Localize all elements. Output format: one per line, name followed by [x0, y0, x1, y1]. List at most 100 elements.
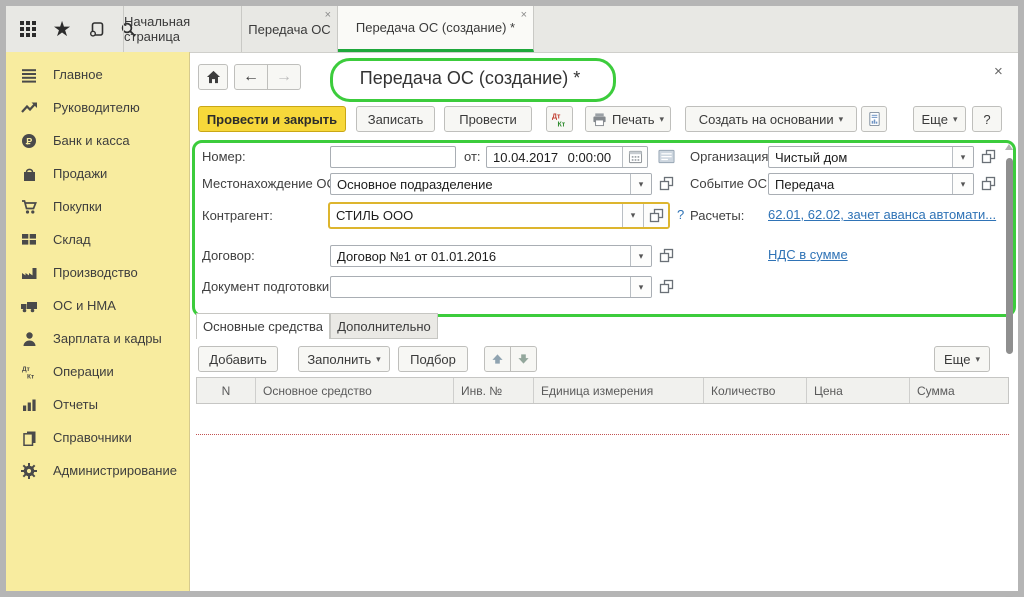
open-windows-icon	[981, 149, 996, 164]
preparation-open-button[interactable]	[658, 278, 675, 295]
save-button[interactable]: Записать	[356, 106, 435, 132]
forward-button[interactable]: →	[267, 64, 301, 90]
tab-close-icon[interactable]: ×	[521, 10, 527, 21]
tab-additional[interactable]: Дополнительно	[330, 313, 438, 339]
sidebar-item-main[interactable]: Главное	[6, 58, 189, 91]
document-report-button[interactable]	[861, 106, 887, 132]
settlements-link[interactable]: 62.01, 62.02, зачет аванса автомати...	[768, 207, 1008, 222]
date-list-button[interactable]	[658, 148, 675, 165]
dropdown-button[interactable]: ▾	[630, 246, 651, 266]
organization-select[interactable]: Чистый дом ▾	[768, 146, 974, 168]
factory-icon	[19, 264, 39, 282]
column-header-n[interactable]: N	[197, 378, 256, 403]
sidebar-item-directories[interactable]: Справочники	[6, 421, 189, 454]
pick-button[interactable]: Подбор	[398, 346, 468, 372]
number-label: Номер:	[202, 146, 246, 168]
contract-open-button[interactable]	[658, 247, 675, 264]
location-select[interactable]: Основное подразделение ▾	[330, 173, 652, 195]
trend-chart-icon	[19, 99, 39, 117]
add-row-button[interactable]: Добавить	[198, 346, 278, 372]
scroll-up-icon[interactable]	[1005, 144, 1013, 150]
column-header-quantity[interactable]: Количество	[704, 378, 807, 403]
sidebar-item-label: Главное	[53, 67, 103, 82]
sidebar-item-production[interactable]: Производство	[6, 256, 189, 289]
form-close-icon[interactable]: ×	[994, 64, 1003, 79]
favorites-button[interactable]: ★	[48, 14, 76, 44]
date-input[interactable]: 10.04.2017 0:00:00	[486, 146, 648, 168]
tab-close-icon[interactable]: ×	[325, 10, 331, 21]
svg-text:Кт: Кт	[27, 373, 34, 380]
warehouse-grid-icon	[19, 231, 39, 249]
create-based-on-button[interactable]: Создать на основании ▾	[685, 106, 857, 132]
location-open-button[interactable]	[658, 175, 675, 192]
tab-transfer-os[interactable]: Передача ОС ×	[242, 6, 338, 52]
scrollbar-thumb[interactable]	[1006, 158, 1013, 354]
counterparty-help-link[interactable]: ?	[677, 207, 684, 222]
create-based-on-label: Создать на основании	[699, 112, 834, 127]
post-and-close-button[interactable]: Провести и закрыть	[198, 106, 346, 132]
chevron-down-icon: ▾	[839, 115, 844, 124]
vertical-scrollbar[interactable]	[1005, 144, 1014, 584]
open-windows-icon	[659, 176, 674, 191]
more-button[interactable]: Еще ▾	[913, 106, 966, 132]
sidebar-item-operations[interactable]: ДтКт Операции	[6, 355, 189, 388]
counterparty-open-button[interactable]	[643, 204, 668, 227]
sidebar-item-bank-cash[interactable]: Р Банк и касса	[6, 124, 189, 157]
sidebar-item-reports[interactable]: Отчеты	[6, 388, 189, 421]
fill-button[interactable]: Заполнить ▾	[298, 346, 390, 372]
sidebar-item-label: Операции	[53, 364, 114, 379]
sidebar-item-warehouse[interactable]: Склад	[6, 223, 189, 256]
preparation-select[interactable]: ▾	[330, 276, 652, 298]
sidebar-item-label: Руководителю	[53, 100, 140, 115]
tab-home-page[interactable]: Начальная страница	[123, 6, 242, 52]
sidebar-item-label: Банк и касса	[53, 133, 130, 148]
event-select[interactable]: Передача ▾	[768, 173, 974, 195]
sidebar-item-sales[interactable]: Продажи	[6, 157, 189, 190]
move-up-button[interactable]	[484, 346, 511, 372]
move-down-button[interactable]	[510, 346, 537, 372]
calendar-button[interactable]	[622, 147, 647, 167]
sidebar-item-label: ОС и НМА	[53, 298, 116, 313]
event-label: Событие ОС:	[690, 173, 771, 195]
column-header-asset[interactable]: Основное средство	[256, 378, 454, 403]
home-icon	[206, 70, 221, 84]
sidebar-item-label: Производство	[53, 265, 138, 280]
column-header-inv-no[interactable]: Инв. №	[454, 378, 534, 403]
event-open-button[interactable]	[980, 175, 997, 192]
svg-text:Кт: Кт	[558, 121, 566, 128]
column-header-price[interactable]: Цена	[807, 378, 910, 403]
grid-more-button[interactable]: Еще ▾	[934, 346, 990, 372]
sidebar-item-label: Склад	[53, 232, 91, 247]
main-menu-button[interactable]	[14, 14, 42, 44]
number-input[interactable]	[330, 146, 456, 168]
home-button[interactable]	[198, 64, 228, 90]
post-button[interactable]: Провести	[444, 106, 532, 132]
sidebar-item-salary-hr[interactable]: Зарплата и кадры	[6, 322, 189, 355]
sidebar-item-fixed-assets[interactable]: ОС и НМА	[6, 289, 189, 322]
history-button[interactable]	[82, 14, 110, 44]
tab-transfer-os-create[interactable]: Передача ОС (создание) * ×	[338, 6, 534, 52]
sidebar-item-purchases[interactable]: Покупки	[6, 190, 189, 223]
dropdown-button[interactable]: ▾	[630, 174, 651, 194]
sidebar-item-administration[interactable]: Администрирование	[6, 454, 189, 487]
help-button[interactable]: ?	[972, 106, 1002, 132]
contract-select[interactable]: Договор №1 от 01.01.2016 ▾	[330, 245, 652, 267]
dropdown-button[interactable]: ▾	[630, 277, 651, 297]
counterparty-select[interactable]: СТИЛЬ ООО ▾	[328, 202, 670, 229]
vat-link[interactable]: НДС в сумме	[768, 247, 848, 262]
tab-fixed-assets[interactable]: Основные средства	[196, 313, 330, 339]
number-value	[331, 147, 455, 167]
shopping-cart-icon	[19, 198, 39, 216]
dropdown-button[interactable]: ▾	[622, 204, 643, 227]
chevron-down-icon: ▾	[953, 115, 958, 124]
dropdown-button[interactable]: ▾	[952, 147, 973, 167]
dropdown-button[interactable]: ▾	[952, 174, 973, 194]
dt-kt-button[interactable]: ДтКт	[546, 106, 573, 132]
print-button[interactable]: Печать ▾	[585, 106, 671, 132]
back-button[interactable]: ←	[234, 64, 268, 90]
column-header-unit[interactable]: Единица измерения	[534, 378, 704, 403]
open-windows-icon	[981, 176, 996, 191]
organization-open-button[interactable]	[980, 148, 997, 165]
sidebar-item-manager[interactable]: Руководителю	[6, 91, 189, 124]
column-header-sum[interactable]: Сумма	[910, 378, 1008, 403]
